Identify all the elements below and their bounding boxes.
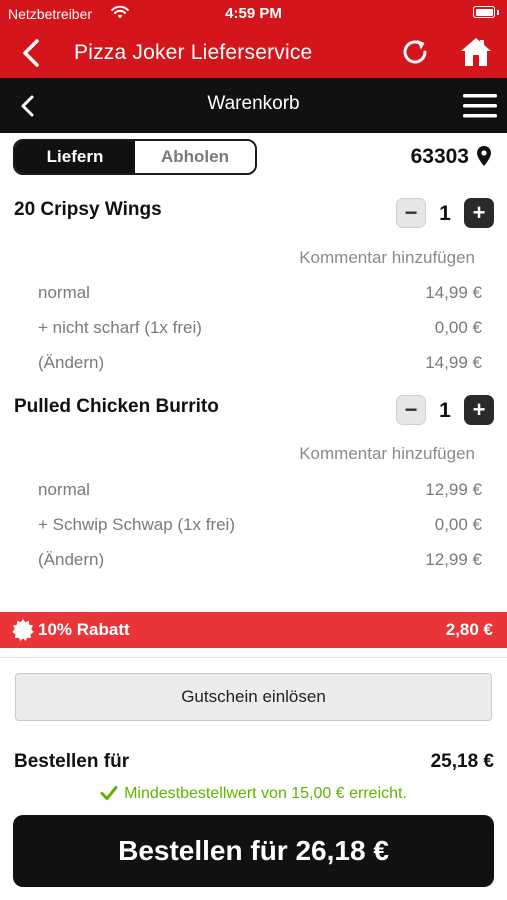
total-label: Bestellen für bbox=[14, 751, 130, 772]
discount-banner: 10% Rabatt 2,80 € bbox=[0, 612, 507, 648]
menu-icon[interactable] bbox=[463, 93, 497, 124]
edit-item-link[interactable]: (Ändern) bbox=[38, 353, 104, 373]
item-quantity: 1 bbox=[439, 399, 451, 422]
increase-quantity-button[interactable]: + bbox=[464, 198, 494, 228]
back-icon[interactable] bbox=[20, 38, 42, 73]
increase-quantity-button[interactable]: + bbox=[464, 395, 494, 425]
checkmark-icon bbox=[100, 785, 118, 806]
sub-navigation: Warenkorb bbox=[0, 78, 507, 133]
add-comment-link[interactable]: Kommentar hinzufügen bbox=[299, 248, 475, 268]
redeem-voucher-button[interactable]: Gutschein einlösen bbox=[15, 673, 492, 721]
home-icon[interactable] bbox=[459, 35, 493, 74]
total-value: 25,18 € bbox=[430, 751, 494, 772]
option-label: + Schwip Schwap (1x frei) bbox=[38, 515, 235, 534]
option-price: 14,99 € bbox=[425, 283, 482, 302]
min-order-text: Mindestbestellwert von 15,00 € erreicht. bbox=[124, 785, 407, 802]
battery-icon bbox=[473, 6, 495, 18]
item-subtotal: 14,99 € bbox=[425, 353, 482, 372]
add-comment-link[interactable]: Kommentar hinzufügen bbox=[299, 444, 475, 464]
discount-label: 10% Rabatt bbox=[38, 620, 130, 639]
decrease-quantity-button[interactable]: − bbox=[396, 395, 426, 425]
option-label: normal bbox=[38, 480, 90, 499]
tab-pickup[interactable]: Abholen bbox=[135, 141, 255, 173]
item-subtotal: 12,99 € bbox=[425, 550, 482, 569]
option-price: 0,00 € bbox=[434, 318, 482, 337]
status-time: 4:59 PM bbox=[225, 5, 282, 22]
discount-badge-icon bbox=[12, 619, 34, 646]
tab-deliver[interactable]: Liefern bbox=[15, 141, 135, 173]
delivery-mode-toggle: Liefern Abholen bbox=[13, 139, 257, 175]
status-bar: Netzbetreiber 4:59 PM bbox=[0, 0, 507, 28]
app-header: Pizza Joker Lieferservice bbox=[0, 28, 507, 78]
option-label: normal bbox=[38, 283, 90, 302]
option-price: 12,99 € bbox=[425, 480, 482, 499]
divider bbox=[0, 657, 507, 658]
page-title: Warenkorb bbox=[207, 93, 300, 114]
min-order-notice: Mindestbestellwert von 15,00 € erreicht. bbox=[0, 785, 507, 806]
zip-code[interactable]: 63303 bbox=[411, 145, 469, 169]
item-quantity: 1 bbox=[439, 202, 451, 225]
decrease-quantity-button[interactable]: − bbox=[396, 198, 426, 228]
option-price: 0,00 € bbox=[434, 515, 482, 534]
location-pin-icon[interactable] bbox=[477, 146, 491, 171]
place-order-button[interactable]: Bestellen für 26,18 € bbox=[13, 815, 494, 887]
battery-tip bbox=[497, 10, 499, 15]
discount-value: 2,80 € bbox=[445, 620, 493, 639]
refresh-icon[interactable] bbox=[399, 36, 431, 73]
app-title: Pizza Joker Lieferservice bbox=[74, 41, 313, 64]
item-name: 20 Cripsy Wings bbox=[14, 199, 162, 220]
edit-item-link[interactable]: (Ändern) bbox=[38, 550, 104, 570]
item-name: Pulled Chicken Burrito bbox=[14, 396, 219, 417]
option-label: + nicht scharf (1x frei) bbox=[38, 318, 202, 337]
